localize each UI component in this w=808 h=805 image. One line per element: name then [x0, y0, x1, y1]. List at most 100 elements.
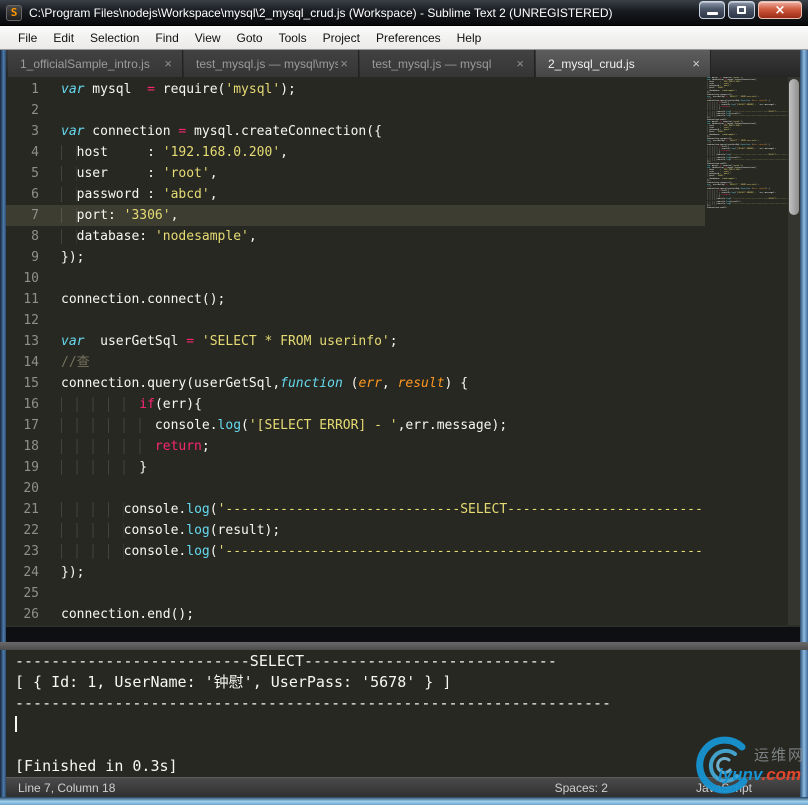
- status-cursor-position[interactable]: Line 7, Column 18: [18, 781, 555, 795]
- tab-label: test_mysql.js — mysql: [372, 57, 514, 71]
- line-number: 12: [6, 310, 54, 331]
- sublime-text-window: S C:\Program Files\nodejs\Workspace\mysq…: [0, 0, 808, 805]
- code-line-13: 13var userGetSql = 'SELECT * FROM userin…: [6, 331, 705, 352]
- title-bar[interactable]: S C:\Program Files\nodejs\Workspace\mysq…: [0, 0, 808, 26]
- code-line-17: 17 console.log('[SELECT ERROR] - ',err.m…: [6, 415, 705, 436]
- maximize-button[interactable]: [728, 1, 755, 19]
- menu-item-preferences[interactable]: Preferences: [368, 27, 449, 49]
- line-number: 19: [6, 457, 54, 478]
- code-line-3: 3var connection = mysql.createConnection…: [6, 121, 705, 142]
- tab-test-mysql-js-mysql-mysql[interactable]: test_mysql.js — mysql\mysql×: [184, 50, 359, 77]
- line-number: 20: [6, 478, 54, 499]
- tab-close-icon[interactable]: ×: [338, 56, 350, 71]
- line-number: 16: [6, 394, 54, 415]
- code-line-19: 19 }: [6, 457, 705, 478]
- menu-item-file[interactable]: File: [10, 27, 45, 49]
- tab-test-mysql-js-mysql[interactable]: test_mysql.js — mysql×: [360, 50, 535, 77]
- line-number: 5: [6, 163, 54, 184]
- tab-label: test_mysql.js — mysql\mysql: [196, 57, 338, 71]
- code-line-11: 11connection.connect();: [6, 289, 705, 310]
- line-number: 15: [6, 373, 54, 394]
- code-line-8: 8 database: 'nodesample',: [6, 226, 705, 247]
- code-line-5: 5 user : 'root',: [6, 163, 705, 184]
- line-number: 7: [6, 205, 54, 226]
- tab-close-icon[interactable]: ×: [514, 56, 526, 71]
- console-output-line: ----------------------------------------…: [15, 693, 800, 714]
- status-bar: Line 7, Column 18 Spaces: 2 JavaScript: [6, 777, 800, 797]
- minimize-button[interactable]: [699, 1, 725, 19]
- menu-item-project[interactable]: Project: [315, 27, 368, 49]
- line-number: 23: [6, 541, 54, 562]
- code-line-9: 9});: [6, 247, 705, 268]
- vertical-scrollbar-thumb[interactable]: [789, 79, 799, 215]
- horizontal-scrollbar-track[interactable]: [6, 625, 800, 627]
- window-border-bottom: [0, 797, 808, 805]
- line-number: 2: [6, 100, 54, 121]
- tab-close-icon[interactable]: ×: [690, 56, 702, 71]
- tab-close-icon[interactable]: ×: [162, 56, 174, 71]
- line-number: 6: [6, 184, 54, 205]
- code-line-2: 2: [6, 100, 705, 121]
- minimap[interactable]: var mysql = require('mysql');var connect…: [705, 77, 788, 625]
- line-number: 22: [6, 520, 54, 541]
- code-line-26: 26connection.end();: [6, 604, 705, 625]
- line-number: 26: [6, 604, 54, 625]
- tab-1-officialsample-intro-js[interactable]: 1_officialSample_intro.js×: [8, 50, 183, 77]
- console-cursor-line: [15, 714, 800, 735]
- menu-item-goto[interactable]: Goto: [229, 27, 271, 49]
- menu-item-edit[interactable]: Edit: [45, 27, 82, 49]
- line-number: 24: [6, 562, 54, 583]
- code-line-22: 22 console.log(result);: [6, 520, 705, 541]
- menu-item-find[interactable]: Find: [147, 27, 186, 49]
- code-line-7: 7 port: '3306',: [6, 205, 705, 226]
- code-line-21: 21 console.log('------------------------…: [6, 499, 705, 520]
- code-line-23: 23 console.log('------------------------…: [6, 541, 705, 562]
- code-line-10: 10: [6, 268, 705, 289]
- console-output-line: [ { Id: 1, UserName: '钟慰', UserPass: '56…: [15, 672, 800, 693]
- line-number: 18: [6, 436, 54, 457]
- line-number: 11: [6, 289, 54, 310]
- code-line-25: 25: [6, 583, 705, 604]
- line-number: 9: [6, 247, 54, 268]
- panel-divider[interactable]: [0, 642, 808, 650]
- line-number: 17: [6, 415, 54, 436]
- line-number: 8: [6, 226, 54, 247]
- line-number: 1: [6, 79, 54, 100]
- menu-item-selection[interactable]: Selection: [82, 27, 147, 49]
- code-line-6: 6 password : 'abcd',: [6, 184, 705, 205]
- build-output-panel[interactable]: --------------------------SELECT--------…: [6, 650, 800, 777]
- editor-area[interactable]: 1var mysql = require('mysql');23var conn…: [6, 77, 800, 627]
- console-output-line: [15, 735, 800, 756]
- menu-item-tools[interactable]: Tools: [271, 27, 315, 49]
- window-border-left: [0, 50, 6, 797]
- maximize-icon: [737, 6, 746, 14]
- minimize-icon: [707, 12, 718, 15]
- status-indentation[interactable]: Spaces: 2: [555, 781, 608, 795]
- code-line-12: 12: [6, 310, 705, 331]
- tab-label: 1_officialSample_intro.js: [20, 57, 162, 71]
- menu-item-help[interactable]: Help: [449, 27, 490, 49]
- app-icon: S: [6, 5, 22, 21]
- line-number: 10: [6, 268, 54, 289]
- code-line-15: 15connection.query(userGetSql,function (…: [6, 373, 705, 394]
- line-number: 4: [6, 142, 54, 163]
- code-line-1: 1var mysql = require('mysql');: [6, 79, 705, 100]
- status-syntax[interactable]: JavaScript: [696, 781, 752, 795]
- line-number: 3: [6, 121, 54, 142]
- close-button[interactable]: ×: [758, 1, 802, 19]
- line-number: 14: [6, 352, 54, 373]
- line-number: 25: [6, 583, 54, 604]
- line-number: 21: [6, 499, 54, 520]
- console-output-line: [Finished in 0.3s]: [15, 756, 800, 777]
- tab-2-mysql-crud-js[interactable]: 2_mysql_crud.js×: [536, 50, 711, 77]
- line-number: 13: [6, 331, 54, 352]
- vertical-scrollbar-track[interactable]: [788, 77, 800, 625]
- tab-bar: 1_officialSample_intro.js×test_mysql.js …: [0, 50, 808, 77]
- tab-label: 2_mysql_crud.js: [548, 57, 690, 71]
- code-line-20: 20: [6, 478, 705, 499]
- menu-item-view[interactable]: View: [187, 27, 229, 49]
- code-lines: 1var mysql = require('mysql');23var conn…: [6, 79, 705, 625]
- text-cursor: [15, 716, 17, 732]
- console-output-line: --------------------------SELECT--------…: [15, 651, 800, 672]
- code-line-24: 24});: [6, 562, 705, 583]
